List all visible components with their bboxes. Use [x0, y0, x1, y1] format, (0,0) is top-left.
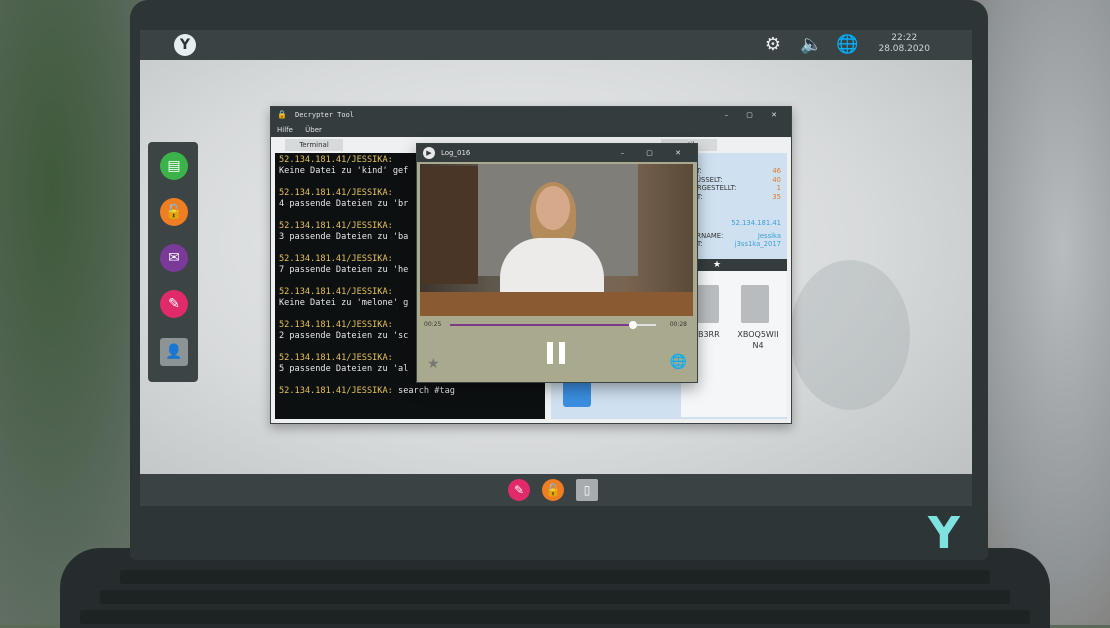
lock-icon: 🔒 [277, 110, 287, 119]
log-player-window: ▶ Log_016 – ▢ ✕ 00:25 00:28 ★ 🌐 [416, 143, 698, 383]
tab-terminal[interactable]: Terminal [285, 139, 343, 151]
clock: 22:22 28.08.2020 [878, 33, 930, 55]
decrypter-menubar: Hilfe Über [271, 123, 791, 137]
terminal-command[interactable]: search #tag [398, 386, 455, 396]
unlock-app-icon[interactable]: 🔓 [160, 198, 188, 226]
laptop-brand-logo: Y [928, 508, 960, 559]
taskbar: ✎ 🔓 ▯ [140, 474, 972, 506]
os-logo-button[interactable]: Y [174, 34, 196, 56]
favorite-star-icon[interactable]: ★ [427, 356, 440, 372]
settings-icon[interactable]: ⚙ [762, 35, 784, 55]
pause-bar-left [547, 342, 553, 364]
video-desk [420, 292, 693, 316]
speaker-icon[interactable]: 🔈 [800, 35, 822, 55]
menu-ueber[interactable]: Über [305, 126, 322, 134]
video-person [488, 182, 614, 298]
seek-progress [450, 324, 634, 326]
log-titlebar[interactable]: ▶ Log_016 – ▢ ✕ [417, 144, 697, 162]
keyboard-row [100, 590, 1010, 604]
window-controls[interactable]: – ▢ ✕ [725, 107, 785, 123]
play-icon: ▶ [423, 147, 435, 159]
notes-app-icon[interactable]: ✎ [160, 290, 188, 318]
taskbar-file-icon[interactable]: ▯ [576, 479, 598, 501]
file-icon[interactable] [741, 285, 769, 323]
mail-app-icon[interactable]: ✉ [160, 244, 188, 272]
video-bookshelf [422, 166, 478, 284]
timeline: 00:25 00:28 [420, 318, 693, 332]
chat-app-icon[interactable]: ▤ [160, 152, 188, 180]
top-bar: Y ⚙ 🔈 🌐 22:22 28.08.2020 [140, 30, 972, 60]
seek-track[interactable] [450, 321, 656, 329]
pause-bar-right [559, 342, 565, 364]
video-person-head [536, 186, 570, 230]
taskbar-notes-icon[interactable]: ✎ [508, 479, 530, 501]
desktop-watermark [790, 260, 910, 410]
log-globe-icon[interactable]: 🌐 [670, 354, 687, 370]
clock-date: 28.08.2020 [878, 44, 930, 54]
desktop-screen: Y ⚙ 🔈 🌐 22:22 28.08.2020 ▤ 🔓 ✉ ✎ 👤 🔒 Dec… [140, 30, 972, 506]
keyboard-row [120, 570, 990, 584]
globe-icon[interactable]: 🌐 [836, 35, 858, 55]
left-dock: ▤ 🔓 ✉ ✎ 👤 [148, 142, 198, 382]
star-tab-icon[interactable]: ★ [713, 259, 721, 271]
clock-time: 22:22 [891, 33, 918, 43]
keyboard-row [80, 610, 1030, 624]
log-title: Log_016 [441, 149, 471, 157]
video-person-body [500, 238, 604, 298]
seek-handle[interactable] [629, 321, 638, 329]
file-label: XBOQ5WII N4 [737, 330, 779, 350]
time-current: 00:25 [424, 321, 442, 328]
log-window-controls[interactable]: – ▢ ✕ [621, 144, 691, 162]
decrypter-titlebar[interactable]: 🔒 Decrypter Tool – ▢ ✕ [271, 107, 791, 123]
pause-button[interactable] [545, 342, 567, 364]
terminal-input-line: 52.134.181.41/JESSIKA: search #tag [279, 386, 455, 396]
decrypter-title: Decrypter Tool [295, 111, 355, 119]
time-total: 00:28 [669, 321, 687, 328]
contacts-app-icon[interactable]: 👤 [160, 338, 188, 366]
menu-hilfe[interactable]: Hilfe [277, 126, 293, 134]
taskbar-unlock-icon[interactable]: 🔓 [542, 479, 564, 501]
video-frame[interactable] [420, 164, 693, 316]
